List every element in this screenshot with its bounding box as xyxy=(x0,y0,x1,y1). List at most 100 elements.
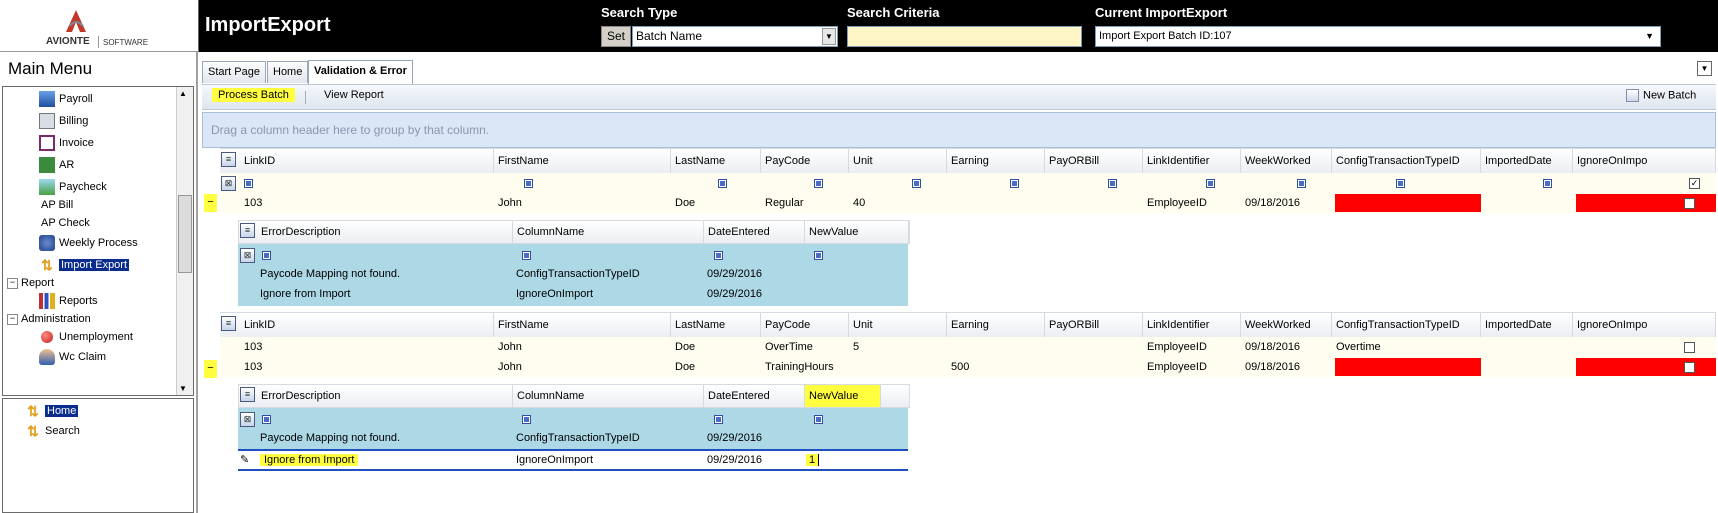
column-header-dateentered[interactable]: DateEntered xyxy=(704,385,805,407)
column-header-weekworked[interactable]: WeekWorked xyxy=(1241,313,1332,337)
menu-item-payroll[interactable]: Payroll xyxy=(39,91,93,108)
column-header-paycode[interactable]: PayCode xyxy=(761,313,849,337)
search-criteria-input[interactable] xyxy=(847,26,1082,47)
scroll-thumb[interactable] xyxy=(178,195,192,273)
view-report-button[interactable]: View Report xyxy=(324,89,384,101)
error-row[interactable]: Ignore from Import IgnoreOnImport 09/29/… xyxy=(238,284,908,304)
filter-checkbox[interactable] xyxy=(912,179,921,188)
column-header-weekworked[interactable]: WeekWorked xyxy=(1241,149,1332,173)
column-header-linkidentifier[interactable]: LinkIdentifier xyxy=(1143,149,1241,173)
filter-clear-icon[interactable]: ⊠ xyxy=(240,412,255,427)
menu-group-report[interactable]: − Report xyxy=(7,275,54,291)
column-header-newvalue[interactable]: NewValue xyxy=(805,221,909,243)
error-row[interactable]: Paycode Mapping not found. ConfigTransac… xyxy=(238,428,908,448)
column-header-unit[interactable]: Unit xyxy=(849,313,947,337)
column-header-errordescription[interactable]: ErrorDescription xyxy=(257,221,513,243)
main-menu-tree[interactable]: Payroll Billing Invoice AR Paycheck AP B… xyxy=(2,86,194,396)
current-importexport-select[interactable]: Import Export Batch ID:107 ▼ xyxy=(1095,26,1661,47)
filter-checkbox[interactable] xyxy=(1206,179,1215,188)
menu-item-billing[interactable]: Billing xyxy=(39,113,88,130)
filter-clear-icon[interactable]: ⊠ xyxy=(221,176,236,191)
column-header-firstname[interactable]: FirstName xyxy=(494,149,671,173)
column-header-configtransactiontypeid[interactable]: ConfigTransactionTypeID xyxy=(1332,149,1481,173)
filter-clear-icon[interactable]: ⊠ xyxy=(240,248,255,263)
column-header-columnname[interactable]: ColumnName xyxy=(513,385,704,407)
menu-item-ar[interactable]: AR xyxy=(39,157,74,174)
column-header-linkid[interactable]: LinkID xyxy=(240,149,494,173)
chevron-down-icon[interactable]: ▼ xyxy=(822,28,836,45)
filter-checkbox[interactable] xyxy=(714,251,723,260)
column-header-importeddate[interactable]: ImportedDate xyxy=(1481,313,1573,337)
ignore-checkbox[interactable] xyxy=(1684,362,1695,373)
column-header-paycode[interactable]: PayCode xyxy=(761,149,849,173)
column-chooser-icon[interactable]: ≡ xyxy=(221,316,236,331)
column-header-dateentered[interactable]: DateEntered xyxy=(704,221,805,243)
column-header-lastname[interactable]: LastName xyxy=(671,313,761,337)
column-header-errordescription[interactable]: ErrorDescription xyxy=(257,385,513,407)
cell-newvalue[interactable] xyxy=(804,284,908,304)
filter-checkbox[interactable] xyxy=(244,179,253,188)
column-header-lastname[interactable]: LastName xyxy=(671,149,761,173)
filter-checkbox[interactable] xyxy=(814,179,823,188)
column-header-payorbill[interactable]: PayORBill xyxy=(1045,149,1143,173)
column-header-columnname[interactable]: ColumnName xyxy=(513,221,704,243)
column-chooser-icon[interactable]: ≡ xyxy=(221,152,236,167)
new-batch-button[interactable]: New Batch xyxy=(1626,89,1696,102)
menu-item-weekly-process[interactable]: Weekly Process xyxy=(39,235,138,252)
menu-item-wc-claim[interactable]: Wc Claim xyxy=(39,349,106,366)
chevron-down-icon[interactable]: ▼ xyxy=(1645,27,1654,46)
filter-checkbox[interactable] xyxy=(1297,179,1306,188)
error-row[interactable]: Paycode Mapping not found. ConfigTransac… xyxy=(238,264,908,284)
nav-item-search[interactable]: ⇅ Search xyxy=(25,423,80,439)
filter-checkbox[interactable] xyxy=(1010,179,1019,188)
column-header-linkidentifier[interactable]: LinkIdentifier xyxy=(1143,313,1241,337)
filter-checkbox[interactable] xyxy=(522,251,531,260)
column-chooser-icon[interactable]: ≡ xyxy=(240,387,255,402)
column-header-linkid[interactable]: LinkID xyxy=(240,313,494,337)
column-chooser-icon[interactable]: ≡ xyxy=(240,223,255,238)
column-header-ignoreonimport[interactable]: IgnoreOnImpo xyxy=(1573,313,1716,337)
filter-checkbox[interactable] xyxy=(814,415,823,424)
filter-ignore-checkbox[interactable]: ✓ xyxy=(1689,178,1700,189)
column-header-unit[interactable]: Unit xyxy=(849,149,947,173)
ignore-checkbox[interactable] xyxy=(1684,342,1695,353)
table-row[interactable]: 103 John Doe TrainingHours 500 EmployeeI… xyxy=(220,357,1716,377)
table-row[interactable]: 103 John Doe OverTime 5 EmployeeID 09/18… xyxy=(220,337,1716,357)
ignore-checkbox[interactable] xyxy=(1684,198,1695,209)
scroll-up-icon[interactable]: ▲ xyxy=(179,89,187,98)
menu-item-import-export[interactable]: ⇅ Import Export xyxy=(39,257,130,273)
column-header-newvalue[interactable]: NewValue xyxy=(805,385,881,407)
tab-dropdown-icon[interactable]: ▼ xyxy=(1697,61,1712,76)
nav-item-home[interactable]: ⇅ Home xyxy=(25,403,79,419)
group-by-area[interactable]: Drag a column header here to group by th… xyxy=(202,112,1716,148)
tab-validation-error[interactable]: Validation & Error xyxy=(308,60,413,84)
menu-item-ap-check[interactable]: AP Check xyxy=(41,215,90,231)
filter-checkbox[interactable] xyxy=(1396,179,1405,188)
tab-start-page[interactable]: Start Page xyxy=(202,61,266,83)
column-header-earning[interactable]: Earning xyxy=(947,313,1045,337)
newvalue-input[interactable]: 1 xyxy=(806,454,820,466)
menu-item-paycheck[interactable]: Paycheck xyxy=(39,179,107,196)
filter-checkbox[interactable] xyxy=(262,415,271,424)
filter-checkbox[interactable] xyxy=(262,251,271,260)
column-header-earning[interactable]: Earning xyxy=(947,149,1045,173)
group-collapse-icon[interactable]: − xyxy=(204,194,217,212)
filter-checkbox[interactable] xyxy=(1543,179,1552,188)
process-batch-button[interactable]: Process Batch xyxy=(212,88,295,102)
column-header-ignoreonimport[interactable]: IgnoreOnImpo xyxy=(1573,149,1716,173)
menu-item-ap-bill[interactable]: AP Bill xyxy=(41,197,73,213)
table-row[interactable]: 103 John Doe Regular 40 EmployeeID 09/18… xyxy=(220,193,1716,213)
column-header-firstname[interactable]: FirstName xyxy=(494,313,671,337)
menu-group-administration[interactable]: − Administration xyxy=(7,311,91,327)
filter-checkbox[interactable] xyxy=(524,179,533,188)
menu-scrollbar[interactable]: ▲ ▼ xyxy=(176,87,193,395)
column-header-importeddate[interactable]: ImportedDate xyxy=(1481,149,1573,173)
filter-checkbox[interactable] xyxy=(814,251,823,260)
search-type-select[interactable]: Batch Name ▼ xyxy=(632,26,838,47)
scroll-down-icon[interactable]: ▼ xyxy=(179,384,187,393)
filter-checkbox[interactable] xyxy=(714,415,723,424)
filter-checkbox[interactable] xyxy=(718,179,727,188)
menu-item-invoice[interactable]: Invoice xyxy=(39,135,94,152)
set-button[interactable]: Set xyxy=(601,26,631,47)
nav-tree[interactable]: ⇅ Home ⇅ Search xyxy=(2,398,194,513)
